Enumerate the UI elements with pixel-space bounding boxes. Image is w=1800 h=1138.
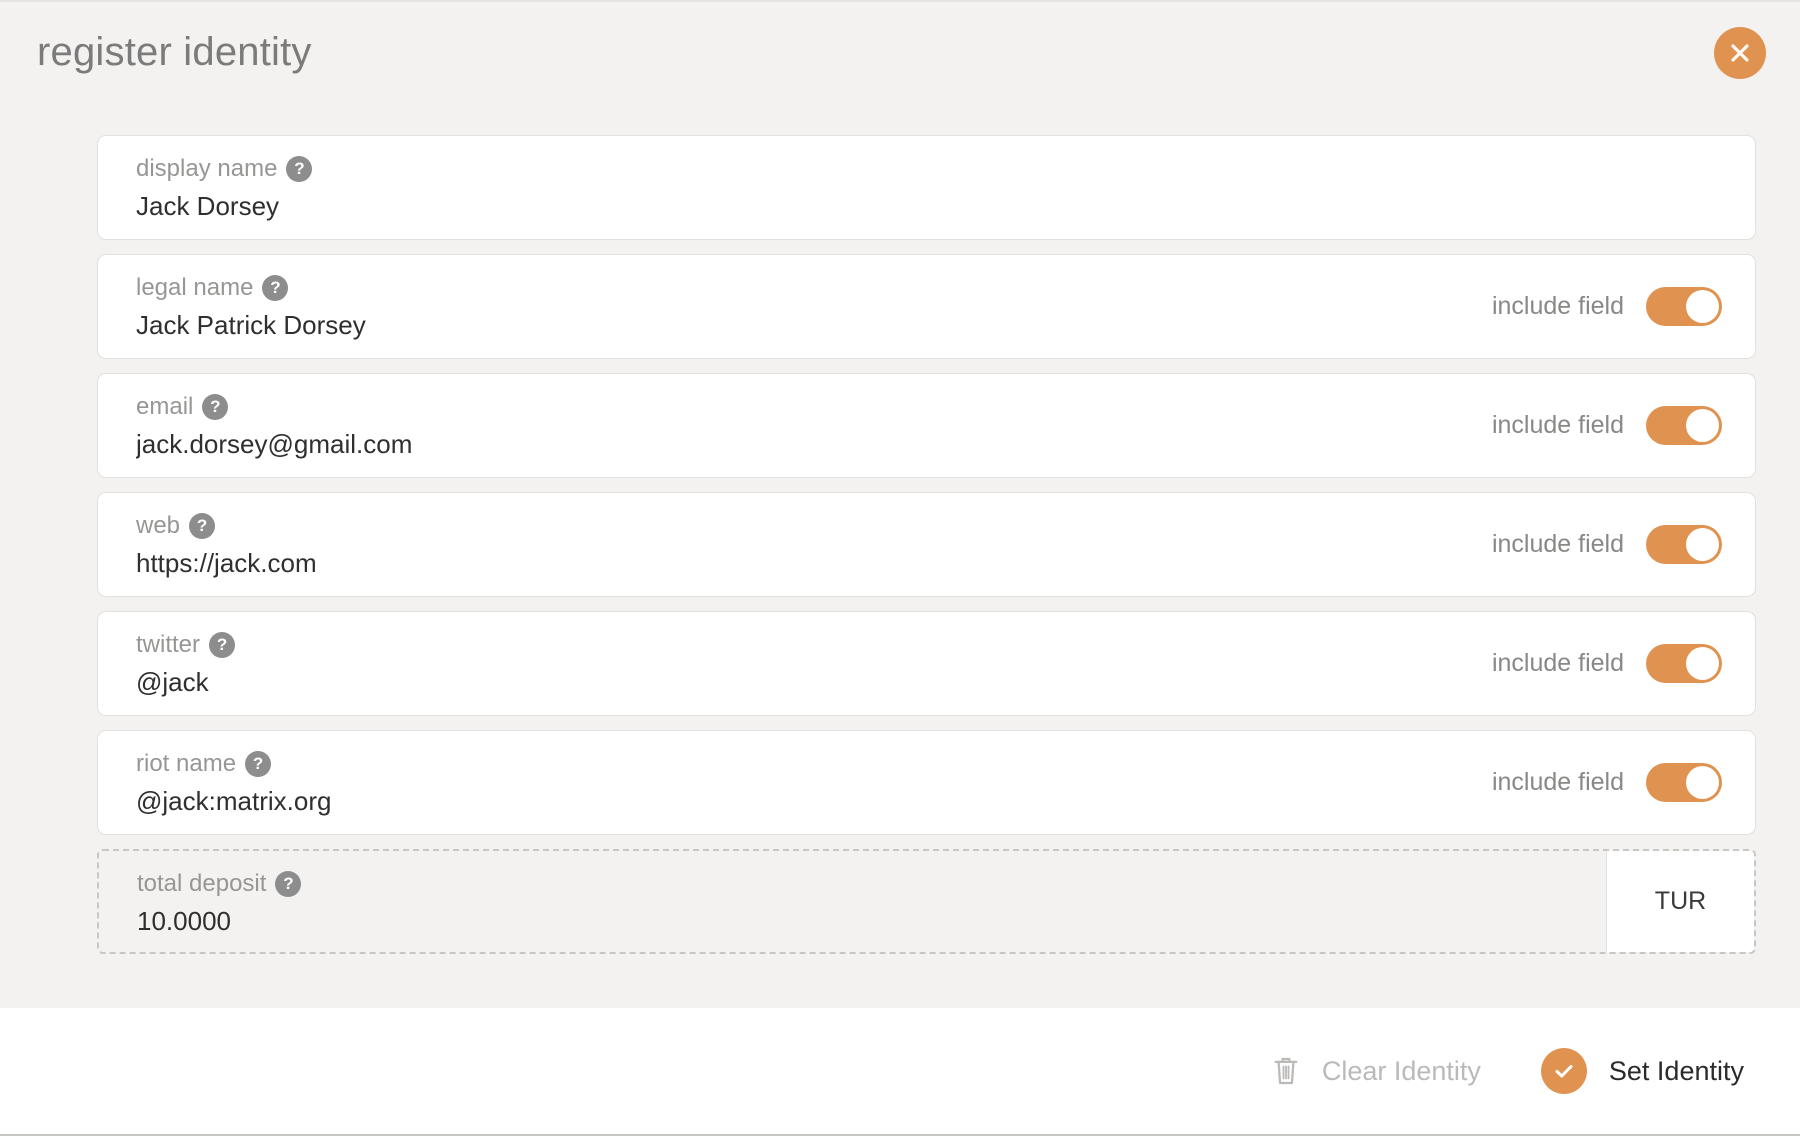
field-label: total deposit xyxy=(137,869,267,897)
field-label: email xyxy=(136,392,194,420)
help-icon[interactable]: ? xyxy=(245,751,272,777)
field-main: web ? https://jack.com xyxy=(98,493,1492,596)
field-label: web xyxy=(136,511,181,539)
clear-identity-label: Clear Identity xyxy=(1321,1055,1481,1086)
page-title: register identity xyxy=(37,30,312,74)
field-label-row: web ? xyxy=(136,511,1492,541)
modal-footer: Clear Identity Set Identity xyxy=(0,1008,1800,1136)
field-label: display name xyxy=(136,154,278,182)
include-field-toggle[interactable] xyxy=(1646,763,1722,802)
modal-body: register identity display name ? Jack Do… xyxy=(0,0,1800,1008)
field-label-row: display name ? xyxy=(136,154,1755,184)
field-aside: include field xyxy=(1492,374,1755,477)
help-icon[interactable]: ? xyxy=(275,871,302,897)
toggle-knob xyxy=(1686,647,1719,680)
field-legal-name[interactable]: legal name ? Jack Patrick Dorsey include… xyxy=(97,254,1756,359)
include-field-toggle[interactable] xyxy=(1646,525,1722,564)
include-field-label: include field xyxy=(1491,530,1624,558)
toggle-knob xyxy=(1686,409,1719,442)
field-main: display name ? Jack Dorsey xyxy=(98,136,1755,239)
help-icon[interactable]: ? xyxy=(202,394,229,420)
field-label-row: riot name ? xyxy=(136,749,1492,779)
email-input[interactable]: jack.dorsey@gmail.com xyxy=(136,429,1492,460)
close-icon xyxy=(1729,42,1751,64)
total-deposit-value: 10.0000 xyxy=(137,906,231,936)
include-field-label: include field xyxy=(1491,649,1624,677)
check-circle-icon xyxy=(1540,1048,1587,1094)
field-main: riot name ? @jack:matrix.org xyxy=(98,731,1492,834)
field-aside: include field xyxy=(1492,612,1755,715)
field-main: twitter ? @jack xyxy=(98,612,1492,715)
identity-fields: display name ? Jack Dorsey legal name ? … xyxy=(97,135,1756,968)
display-name-input[interactable]: Jack Dorsey xyxy=(136,191,1755,222)
include-field-toggle[interactable] xyxy=(1646,644,1722,683)
include-field-toggle[interactable] xyxy=(1646,406,1722,445)
include-field-label: include field xyxy=(1491,768,1624,796)
modal-header: register identity xyxy=(0,2,1800,122)
deposit-unit-label: TUR xyxy=(1654,887,1707,915)
field-riot-name[interactable]: riot name ? @jack:matrix.org include fie… xyxy=(97,730,1756,835)
field-label-row: twitter ? xyxy=(136,630,1492,660)
help-icon[interactable]: ? xyxy=(286,156,313,182)
trash-icon xyxy=(1272,1055,1300,1087)
help-icon[interactable]: ? xyxy=(209,632,236,658)
legal-name-input[interactable]: Jack Patrick Dorsey xyxy=(136,310,1492,341)
web-input[interactable]: https://jack.com xyxy=(136,548,1492,579)
field-display-name[interactable]: display name ? Jack Dorsey xyxy=(97,135,1756,240)
include-field-label: include field xyxy=(1491,411,1624,439)
field-aside: include field xyxy=(1492,731,1755,834)
field-label: riot name xyxy=(136,749,237,777)
twitter-input[interactable]: @jack xyxy=(136,667,1492,698)
field-label: legal name xyxy=(136,273,254,301)
toggle-knob xyxy=(1686,528,1719,561)
help-icon[interactable]: ? xyxy=(189,513,216,539)
field-email[interactable]: email ? jack.dorsey@gmail.com include fi… xyxy=(97,373,1756,478)
field-web[interactable]: web ? https://jack.com include field xyxy=(97,492,1756,597)
riot-name-input[interactable]: @jack:matrix.org xyxy=(136,786,1492,817)
field-main: email ? jack.dorsey@gmail.com xyxy=(98,374,1492,477)
field-aside: include field xyxy=(1492,255,1755,358)
toggle-knob xyxy=(1686,290,1719,323)
field-main: total deposit ? 10.0000 xyxy=(99,851,1606,952)
close-button[interactable] xyxy=(1714,27,1766,79)
register-identity-modal: register identity display name ? Jack Do… xyxy=(0,0,1800,1138)
clear-identity-button[interactable]: Clear Identity xyxy=(1272,1055,1481,1087)
field-aside: include field xyxy=(1492,493,1755,596)
deposit-unit-box: TUR xyxy=(1606,851,1754,952)
include-field-toggle[interactable] xyxy=(1646,287,1722,326)
field-twitter[interactable]: twitter ? @jack include field xyxy=(97,611,1756,716)
field-label: twitter xyxy=(136,630,201,658)
toggle-knob xyxy=(1686,766,1719,799)
field-label-row: legal name ? xyxy=(136,273,1492,303)
field-label-row: email ? xyxy=(136,392,1492,422)
field-main: legal name ? Jack Patrick Dorsey xyxy=(98,255,1492,358)
field-label-row: total deposit ? xyxy=(137,869,1606,899)
help-icon[interactable]: ? xyxy=(262,275,289,301)
include-field-label: include field xyxy=(1491,292,1624,320)
set-identity-label: Set Identity xyxy=(1608,1055,1744,1086)
field-total-deposit: total deposit ? 10.0000 TUR xyxy=(97,849,1756,954)
set-identity-button[interactable]: Set Identity xyxy=(1540,1048,1744,1094)
